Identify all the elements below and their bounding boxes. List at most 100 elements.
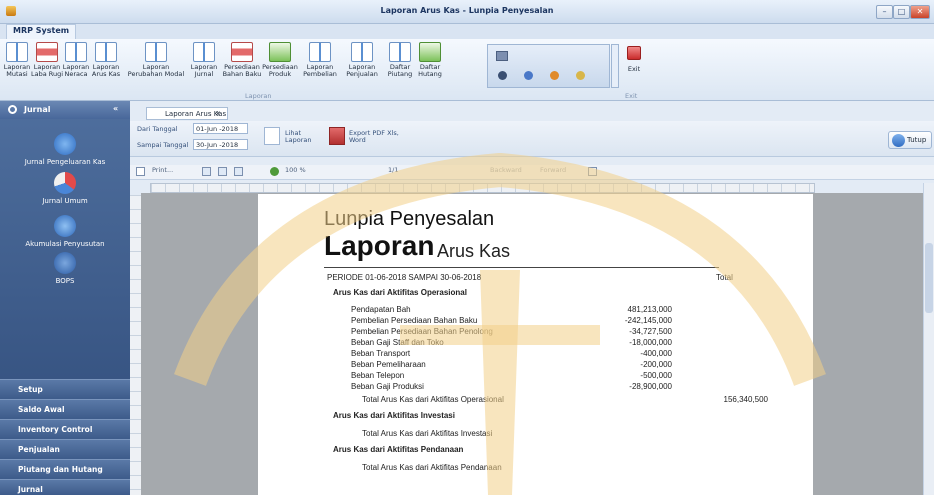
close-tab-icon[interactable]: ✕ <box>215 110 221 118</box>
nav-saldo-awal[interactable]: Saldo Awal <box>0 399 130 419</box>
ribbon-tab-strip <box>0 24 934 39</box>
gallery-dot-icon[interactable] <box>524 71 533 80</box>
nav-penjualan[interactable]: Penjualan <box>0 439 130 459</box>
export-label: Export PDF Xls, Word <box>349 129 399 144</box>
sidebar-item-label: BOPS <box>55 277 75 285</box>
row-label: Beban Gaji Staff dan Toko <box>351 338 444 347</box>
close-window-button[interactable]: ✕ <box>910 5 930 19</box>
total-header: Total <box>716 273 733 282</box>
close-circle-icon <box>892 134 905 147</box>
horizontal-ruler <box>150 183 815 193</box>
row-label: Beban Telepon <box>351 371 405 380</box>
forward-button[interactable]: Forward <box>540 166 566 174</box>
row-value: -400,000 <box>640 349 672 358</box>
sidebar-item-jurnal-umum[interactable]: Jurnal Umum <box>0 172 130 205</box>
expense-journal-icon <box>54 133 76 155</box>
preview-toolbar: Print... 100 % 1/1 Backward Forward <box>130 165 934 180</box>
report-red-icon <box>36 42 58 62</box>
persediaan-bahan-baku-button[interactable]: Persediaan Bahan Baku <box>222 42 262 78</box>
report-x-icon <box>6 42 28 62</box>
report-subtitle: Arus Kas <box>437 241 511 261</box>
laporan-neraca-button[interactable]: Laporan Neraca <box>59 42 93 78</box>
app-icon <box>6 6 16 16</box>
sidebar-item-jurnal-pengeluaran-kas[interactable]: Jurnal Pengeluaran Kas <box>0 133 130 166</box>
row-value: -28,900,000 <box>629 382 672 391</box>
laporan-pembelian-button[interactable]: Laporan Pembelian <box>300 42 340 78</box>
window-title: Laporan Arus Kas - Lunpia Penyesalan <box>380 6 554 15</box>
total-pendanaan-label: Total Arus Kas dari Aktifitas Pendanaan <box>362 463 502 472</box>
report-10-icon <box>193 42 215 62</box>
close-report-button[interactable]: Tutup <box>888 131 932 149</box>
row-label: Beban Transport <box>351 349 411 358</box>
sidebar-item-label: Jurnal Pengeluaran Kas <box>24 158 106 166</box>
from-date-input[interactable]: 01-Jun -2018 <box>193 123 248 134</box>
nav-inventory-control[interactable]: Inventory Control <box>0 419 130 439</box>
copy-icon[interactable] <box>202 167 211 176</box>
journal-icon <box>8 105 17 114</box>
nav-jurnal[interactable]: Jurnal <box>0 479 130 495</box>
sidebar-header: Jurnal « <box>0 101 130 119</box>
gallery-dot-icon[interactable] <box>576 71 585 80</box>
section-operasional: Arus Kas dari Aktifitas Operasional <box>333 288 467 297</box>
zoom-level[interactable]: 100 % <box>285 166 306 174</box>
laporan-mutasi-button[interactable]: Laporan Mutasi <box>0 42 34 78</box>
persediaan-produk-button[interactable]: Persediaan Produk <box>260 42 300 78</box>
report-x-icon <box>65 42 87 62</box>
purchase-icon <box>309 42 331 62</box>
daftar-piutang-button[interactable]: Daftar Piutang <box>383 42 417 78</box>
gallery-swatch-icon[interactable] <box>496 51 508 61</box>
sidebar-item-akumulasi-penyusutan[interactable]: Akumulasi Penyusutan <box>0 215 130 248</box>
exit-label: Exit <box>627 65 641 73</box>
laporan-perubahan-modal-button[interactable]: Laporan Perubahan Modal <box>127 42 185 78</box>
gallery-dot-icon[interactable] <box>550 71 559 80</box>
company-name: Lunpia Penyesalan <box>324 208 495 230</box>
ribbon-button-label: Daftar Piutang <box>387 63 413 78</box>
exit-button[interactable]: Exit <box>617 42 651 73</box>
ribbon-button-label: Persediaan Bahan Baku <box>222 63 262 78</box>
view-report-label: Lihat Laporan <box>285 129 312 144</box>
row-value: -500,000 <box>640 371 672 380</box>
laporan-penjualan-button[interactable]: Laporan Penjualan <box>342 42 382 78</box>
row-value: -34,727,500 <box>629 327 672 336</box>
total-investasi-label: Total Arus Kas dari Aktifitas Investasi <box>362 429 493 438</box>
sidebar-item-bops[interactable]: BOPS <box>0 252 130 285</box>
layout-icon[interactable] <box>234 167 243 176</box>
ribbon-button-label: Daftar Hutang <box>418 63 442 78</box>
row-label: Pendapatan Bah <box>351 305 411 314</box>
sidebar-item-label: Jurnal Umum <box>42 197 88 205</box>
ribbon-button-label: Laporan Mutasi <box>3 63 31 78</box>
tab-mrp-system[interactable]: MRP System <box>6 24 77 39</box>
nav-piutang-dan-hutang[interactable]: Piutang dan Hutang <box>0 459 130 479</box>
backward-button[interactable]: Backward <box>490 166 522 174</box>
daftar-hutang-button[interactable]: Daftar Hutang <box>413 42 447 78</box>
laporan-jurnal-button[interactable]: Laporan Jurnal <box>187 42 221 78</box>
sidebar-header-title: Jurnal <box>24 105 51 114</box>
report-period: PERIODE 01-06-2018 SAMPAI 30-06-2018 <box>327 273 482 282</box>
page-icon[interactable] <box>136 167 145 176</box>
tab-laporan-arus-kas[interactable]: Laporan Arus Kas ✕ <box>146 107 228 120</box>
zoom-icon[interactable] <box>270 167 279 176</box>
nav-setup[interactable]: Setup <box>0 379 130 399</box>
laporan-arus-kas-button[interactable]: Laporan Arus Kas <box>89 42 123 78</box>
collapse-button[interactable]: « <box>113 104 118 113</box>
page-indicator: 1/1 <box>388 166 399 174</box>
payable-icon <box>419 42 441 62</box>
settings-icon[interactable] <box>588 167 597 176</box>
style-gallery[interactable] <box>487 44 610 88</box>
minimize-button[interactable]: – <box>876 5 893 19</box>
ribbon-button-label: Laporan Jurnal <box>190 63 218 78</box>
vertical-scrollbar[interactable] <box>923 183 934 495</box>
find-icon[interactable] <box>218 167 227 176</box>
depreciation-icon <box>54 215 76 237</box>
gallery-dot-icon[interactable] <box>498 71 507 80</box>
row-label: Pembelian Persediaan Bahan Baku <box>351 316 478 325</box>
vertical-ruler <box>130 195 141 495</box>
print-button[interactable]: Print... <box>152 166 173 174</box>
total-operasional-label: Total Arus Kas dari Aktifitas Operasiona… <box>362 395 504 404</box>
report-title: Laporan <box>324 230 435 261</box>
to-date-input[interactable]: 30-Jun -2018 <box>193 139 248 150</box>
row-label: Beban Gaji Produksi <box>351 382 424 391</box>
scroll-thumb[interactable] <box>925 243 933 313</box>
total-operasional-value: 156,340,500 <box>723 395 769 404</box>
maximize-button[interactable]: □ <box>893 5 910 19</box>
